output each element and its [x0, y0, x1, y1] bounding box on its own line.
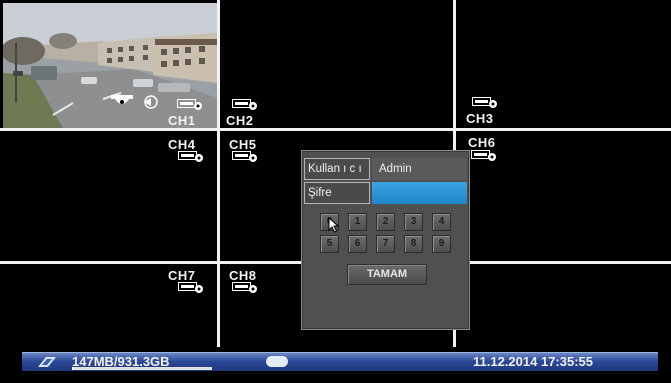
- channel-tile-ch7[interactable]: [0, 264, 217, 347]
- key-8[interactable]: 8: [404, 235, 423, 253]
- disk-usage-fill: [72, 367, 74, 370]
- status-bar: 147MB/931.3GB 11.12.2014 17:35:55: [22, 352, 658, 371]
- key-7[interactable]: 7: [376, 235, 395, 253]
- channel-tile-ch6[interactable]: [469, 131, 671, 261]
- motion-detect-icon: [144, 95, 158, 109]
- disk-usage-bar: [72, 367, 212, 370]
- channel-tile-ch5[interactable]: [220, 131, 300, 261]
- mouse-pointer-icon: [328, 217, 340, 233]
- key-2[interactable]: 2: [376, 213, 395, 231]
- password-row: Şifre: [304, 182, 467, 204]
- ok-button[interactable]: TAMAM: [347, 264, 427, 285]
- brand-logo-icon[interactable]: [36, 355, 58, 369]
- channel-label-ch1: CH1: [168, 113, 196, 128]
- network-status-icon: [266, 356, 288, 367]
- channel-tile-ch2[interactable]: [220, 3, 453, 128]
- username-row: Kullan ı c ı Admin: [304, 158, 467, 180]
- key-4[interactable]: 4: [432, 213, 451, 231]
- dome-camera-icon: [111, 95, 133, 104]
- channel-tile-ch3[interactable]: [456, 3, 671, 128]
- key-3[interactable]: 3: [404, 213, 423, 231]
- username-select[interactable]: Admin: [372, 158, 467, 180]
- password-label: Şifre: [304, 182, 370, 204]
- key-9[interactable]: 9: [432, 235, 451, 253]
- datetime-display: 11.12.2014 17:35:55: [473, 354, 593, 369]
- username-label: Kullan ı c ı: [304, 158, 370, 180]
- key-5[interactable]: 5: [320, 235, 339, 253]
- key-1[interactable]: 1: [348, 213, 367, 231]
- channel-tile-ch8[interactable]: [220, 264, 300, 347]
- key-6[interactable]: 6: [348, 235, 367, 253]
- channel-tile-ch4[interactable]: [0, 131, 217, 261]
- password-input[interactable]: [372, 182, 467, 204]
- camera-record-icon: [177, 99, 203, 111]
- login-dialog: Kullan ı c ı Admin Şifre 0 1 2 3 4 5 6 7…: [301, 150, 470, 330]
